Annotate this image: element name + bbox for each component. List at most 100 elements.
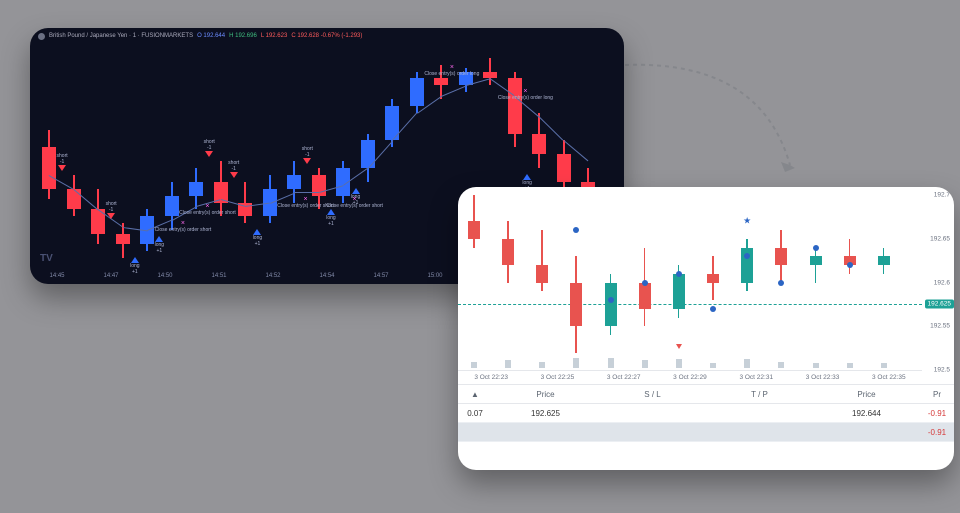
table-header-row: ▲ Price S / L T / P Price Pr [458,384,954,404]
indicator-dot [778,280,784,286]
x-tick: 3 Oct 22:27 [607,374,641,381]
y-tick: 192.55 [930,323,950,330]
candle [42,130,56,199]
candle [570,256,582,352]
candle [238,182,252,223]
indicator-dot [676,271,682,277]
y-tick: 192.7 [934,192,950,199]
volume-bar [881,363,887,368]
cell-price2: 192.644 [813,409,920,418]
candle [468,195,480,248]
x-tick: 14:57 [373,273,388,279]
signal-close: ×Close entry(s) order short [326,196,383,209]
mt-chart-card: ★ 192.625 192.7 192.65 192.6 192.55 192.5 3 … [458,187,954,470]
positions-table: ▲ Price S / L T / P Price Pr 0.07 192.62… [458,384,954,470]
volume-bar [505,360,511,368]
entry-star-icon: ★ [743,216,751,227]
col-profit[interactable]: Pr [920,390,954,399]
signal-short: short-1 [302,146,313,164]
indicator-dot [573,227,579,233]
cell-total-profit: -0.91 [920,428,954,437]
indicator-dot [710,306,716,312]
x-tick: 3 Oct 22:29 [673,374,707,381]
volume-bar [676,359,682,368]
candle [775,230,787,283]
indicator-dot [608,297,614,303]
indicator-dot [847,262,853,268]
x-tick: 3 Oct 22:33 [806,374,840,381]
cell-volume: 0.07 [458,409,492,418]
volume-bar [573,358,579,368]
signal-close: ×Close entry(s) order short [179,203,236,216]
ohlc-readout: O 192.644 H 192.696 L 192.623 C 192.628 … [197,33,362,39]
x-tick: 14:50 [157,273,172,279]
x-tick: 3 Oct 22:25 [541,374,575,381]
ma-line-segment [294,192,319,193]
signal-close: ×Close entry(s) order long [498,88,553,101]
table-row[interactable]: 0.07 192.625 192.644 -0.91 [458,404,954,423]
indicator-dot [744,253,750,259]
x-tick: 3 Oct 22:31 [739,374,773,381]
candle [410,72,424,113]
volume-bar [471,362,477,368]
candle [810,248,822,283]
signal-close: ×Close entry(s) order short [155,220,212,233]
x-tick: 14:54 [319,273,334,279]
indicator-dot [813,245,819,251]
candle [878,248,890,274]
volume-bar [539,362,545,368]
col-price1[interactable]: Price [492,390,599,399]
candle [605,274,617,335]
symbol-icon [38,33,45,40]
x-tick: 15:00 [427,273,442,279]
provider-logo: TV [40,253,53,264]
candle [639,248,651,327]
candle [508,72,522,148]
x-tick: 3 Oct 22:23 [474,374,508,381]
candle [502,221,514,282]
candle [557,140,571,188]
y-tick: 192.5 [934,367,950,374]
signal-long: long+1 [253,229,262,247]
col-sl[interactable]: S / L [599,390,706,399]
col-tp[interactable]: T / P [706,390,813,399]
light-x-axis: 3 Oct 22:23 3 Oct 22:25 3 Oct 22:27 3 Oct 2… [458,370,922,384]
flow-arrow-icon [620,55,820,195]
volume-bar [778,362,784,368]
volume-bar [642,360,648,368]
price-badge: 192.625 [925,299,955,308]
col-sort[interactable]: ▲ [458,390,492,399]
entry-price-line [458,304,922,305]
symbol-header: British Pound / Japanese Yen · 1 · FUSIO… [30,28,624,44]
volume-bar [608,358,614,368]
table-total-row: -0.91 [458,423,954,442]
indicator-dot [642,280,648,286]
col-price2[interactable]: Price [813,390,920,399]
light-y-axis: 192.625 192.7192.65192.6192.55192.5 [922,195,954,370]
signal-long: long+1 [326,209,335,227]
signal-triangle-icon [676,344,682,349]
y-tick: 192.65 [930,235,950,242]
cell-price1: 192.625 [492,409,599,418]
signal-short: short-1 [204,139,215,157]
x-tick: 14:51 [211,273,226,279]
cell-profit: -0.91 [920,409,954,418]
candle [844,239,856,274]
candle [707,256,719,300]
candle [361,134,375,182]
y-tick: 192.6 [934,279,950,286]
signal-short: short-1 [228,160,239,178]
candle [67,175,81,216]
candle [263,175,277,223]
x-tick: 14:47 [103,273,118,279]
candle [536,230,548,291]
candle [91,189,105,244]
volume-bar [710,363,716,368]
x-tick: 14:52 [265,273,280,279]
light-candlestick-chart[interactable]: ★ [458,195,922,371]
volume-bar [847,363,853,368]
x-tick: 3 Oct 22:35 [872,374,906,381]
x-tick: 14:45 [49,273,64,279]
signal-close: ×Close entry(s) order long [424,64,479,77]
candle [741,239,753,292]
